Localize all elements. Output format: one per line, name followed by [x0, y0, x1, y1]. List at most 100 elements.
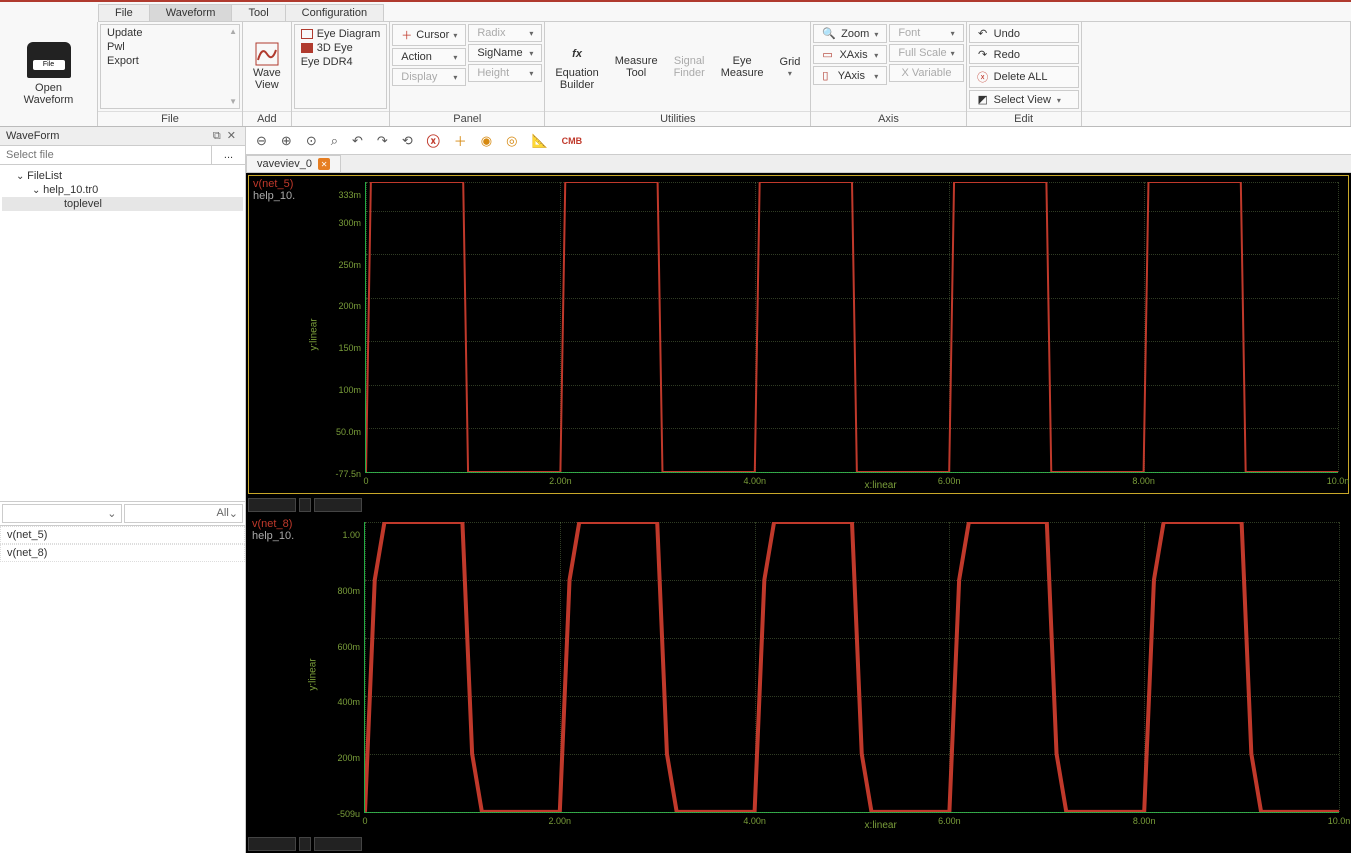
- y-tick: 800m: [337, 586, 360, 596]
- y-tick: -509u: [337, 809, 360, 819]
- x-tick: 0: [363, 476, 368, 486]
- scroll-up-icon[interactable]: ▲: [229, 27, 237, 36]
- ribbon-group-axis-label: Axis: [811, 111, 965, 126]
- x-axis-label: x:linear: [864, 480, 896, 491]
- measure-tool-button[interactable]: MeasureTool: [607, 24, 666, 109]
- eye-ddr4-button[interactable]: Eye DDR4: [301, 56, 381, 68]
- file-tree: FileList help_10.tr0 toplevel: [0, 165, 245, 501]
- x-tick: 0: [362, 816, 367, 826]
- plot-file-label: help_10.: [252, 530, 302, 542]
- undo-button[interactable]: ↶Undo: [969, 24, 1079, 43]
- wave-view-button[interactable]: WaveView: [245, 24, 289, 109]
- tree-filelist[interactable]: FileList: [2, 169, 243, 183]
- delete-all-button[interactable]: ⓧDelete ALL: [969, 66, 1079, 88]
- eye-diagram-list: Eye Diagram 3D Eye Eye DDR4: [294, 24, 388, 109]
- reset-icon[interactable]: ⟲: [402, 133, 413, 149]
- plot-v(net_5)[interactable]: v(net_5)help_10.y:linear-77.5n50.0m100m1…: [248, 175, 1349, 494]
- open-waveform-button[interactable]: OpenWaveform: [0, 22, 98, 126]
- y-tick: 400m: [337, 697, 360, 707]
- select-view-icon: ◩: [978, 93, 988, 106]
- file-action-list[interactable]: ▲ Update Pwl Export ▼: [100, 24, 240, 109]
- x-tick: 2.00n: [549, 476, 572, 486]
- wave-toolbar: ⊖ ⊕ ⊙ ⌕ ↶ ↷ ⟲ ⓧ ＋ ◉ ◎ 📐 CMB: [246, 127, 1351, 155]
- sidebar: WaveForm ⧉✕ ... FileList help_10.tr0 top…: [0, 127, 246, 853]
- menu-tab-tool[interactable]: Tool: [231, 4, 285, 21]
- menu-tab-waveform[interactable]: Waveform: [149, 4, 233, 21]
- crosshair-icon[interactable]: ＋: [454, 131, 467, 150]
- close-tab-icon[interactable]: ✕: [318, 158, 330, 170]
- x-tick: 10.0n: [1327, 476, 1350, 486]
- y-axis-label: y:linear: [309, 318, 320, 350]
- marker2-icon[interactable]: ◎: [506, 133, 517, 149]
- plot-signal-label: v(net_5): [253, 178, 303, 190]
- x-tick: 8.00n: [1132, 476, 1155, 486]
- eye-3d-icon: [301, 43, 313, 53]
- eye-measure-button[interactable]: EyeMeasure: [713, 24, 772, 109]
- redo-button[interactable]: ↷Redo: [969, 45, 1079, 64]
- zoom-in-icon[interactable]: ⊕: [281, 133, 292, 149]
- file-action-export[interactable]: Export: [107, 55, 233, 67]
- x-tick: 4.00n: [743, 816, 766, 826]
- filter-dropdown-1[interactable]: ⌄: [2, 504, 122, 523]
- eye-diagram-button[interactable]: Eye Diagram: [301, 28, 381, 40]
- select-view-dropdown[interactable]: ◩Select View: [969, 90, 1079, 109]
- scroll-down-icon[interactable]: ▼: [229, 97, 237, 106]
- y-tick: 200m: [338, 301, 361, 311]
- browse-file-button[interactable]: ...: [211, 146, 245, 164]
- height-dropdown[interactable]: Height: [468, 64, 542, 82]
- y-tick: -77.5n: [335, 469, 361, 479]
- open-waveform-label1: Open: [35, 82, 62, 94]
- marker1-icon[interactable]: ◉: [481, 133, 492, 149]
- eye-3d-button[interactable]: 3D Eye: [301, 42, 381, 54]
- signame-dropdown[interactable]: SigName: [468, 44, 542, 62]
- filter-dropdown-all[interactable]: All ⌄: [124, 504, 244, 523]
- menu-tab-file[interactable]: File: [98, 4, 150, 21]
- equation-builder-button[interactable]: fx EquationBuilder: [547, 24, 606, 109]
- action-dropdown[interactable]: Action: [392, 48, 466, 66]
- display-dropdown[interactable]: Display: [392, 68, 466, 86]
- y-tick: 600m: [337, 642, 360, 652]
- x-tick: 4.00n: [744, 476, 767, 486]
- zoom-fit-icon[interactable]: ⊙: [306, 133, 317, 149]
- menu-tab-configuration[interactable]: Configuration: [285, 4, 384, 21]
- yaxis-icon: ▯: [822, 69, 828, 82]
- radix-dropdown[interactable]: Radix: [468, 24, 542, 42]
- signal-vnet8[interactable]: v(net_8): [0, 544, 245, 562]
- undo-zoom-icon[interactable]: ↶: [352, 133, 363, 149]
- signal-finder-button[interactable]: SignalFinder: [666, 24, 713, 109]
- zoom-dropdown[interactable]: 🔍Zoom: [813, 24, 887, 43]
- xaxis-dropdown[interactable]: ▭XAxis: [813, 45, 887, 64]
- grid-dropdown[interactable]: Grid ▾: [772, 24, 809, 109]
- zoom-region-icon[interactable]: ⌕: [331, 133, 338, 149]
- cmb-button[interactable]: CMB: [562, 136, 583, 146]
- ribbon-group-file-label: File: [98, 111, 242, 126]
- select-file-input[interactable]: [0, 146, 211, 164]
- file-icon: [27, 42, 71, 78]
- cursor-dropdown[interactable]: ＋Cursor: [392, 24, 466, 46]
- y-tick: 50.0m: [336, 427, 361, 437]
- tree-file-help10[interactable]: help_10.tr0: [2, 183, 243, 197]
- signal-vnet5[interactable]: v(net_5): [0, 526, 245, 544]
- file-action-pwl[interactable]: Pwl: [107, 41, 233, 53]
- measure-icon[interactable]: 📐: [531, 133, 547, 149]
- xvariable-button[interactable]: X Variable: [889, 64, 963, 82]
- tree-toplevel[interactable]: toplevel: [2, 197, 243, 211]
- wave-tab-0[interactable]: vaveviev_0 ✕: [246, 155, 341, 172]
- zoom-icon: 🔍: [822, 27, 836, 40]
- fullscale-dropdown[interactable]: Full Scale: [889, 44, 963, 62]
- eye-diagram-icon: [301, 29, 313, 39]
- sidebar-float-icon[interactable]: ⧉: [210, 130, 224, 142]
- zoom-out-icon[interactable]: ⊖: [256, 133, 267, 149]
- y-tick: 250m: [338, 260, 361, 270]
- file-action-update[interactable]: Update: [107, 27, 233, 39]
- delete-icon[interactable]: ⓧ: [427, 131, 440, 150]
- ribbon-group-utilities-label: Utilities: [545, 111, 810, 126]
- font-dropdown[interactable]: Font: [889, 24, 963, 42]
- y-tick: 1.00: [342, 530, 360, 540]
- sidebar-title: WaveForm: [6, 130, 59, 142]
- redo-zoom-icon[interactable]: ↷: [377, 133, 388, 149]
- plot-v(net_8)[interactable]: v(net_8)help_10.y:linear-509u200m400m600…: [248, 516, 1349, 833]
- ribbon-group-add-label: Add: [243, 111, 291, 126]
- yaxis-dropdown[interactable]: ▯YAxis: [813, 66, 887, 85]
- sidebar-close-icon[interactable]: ✕: [224, 130, 239, 142]
